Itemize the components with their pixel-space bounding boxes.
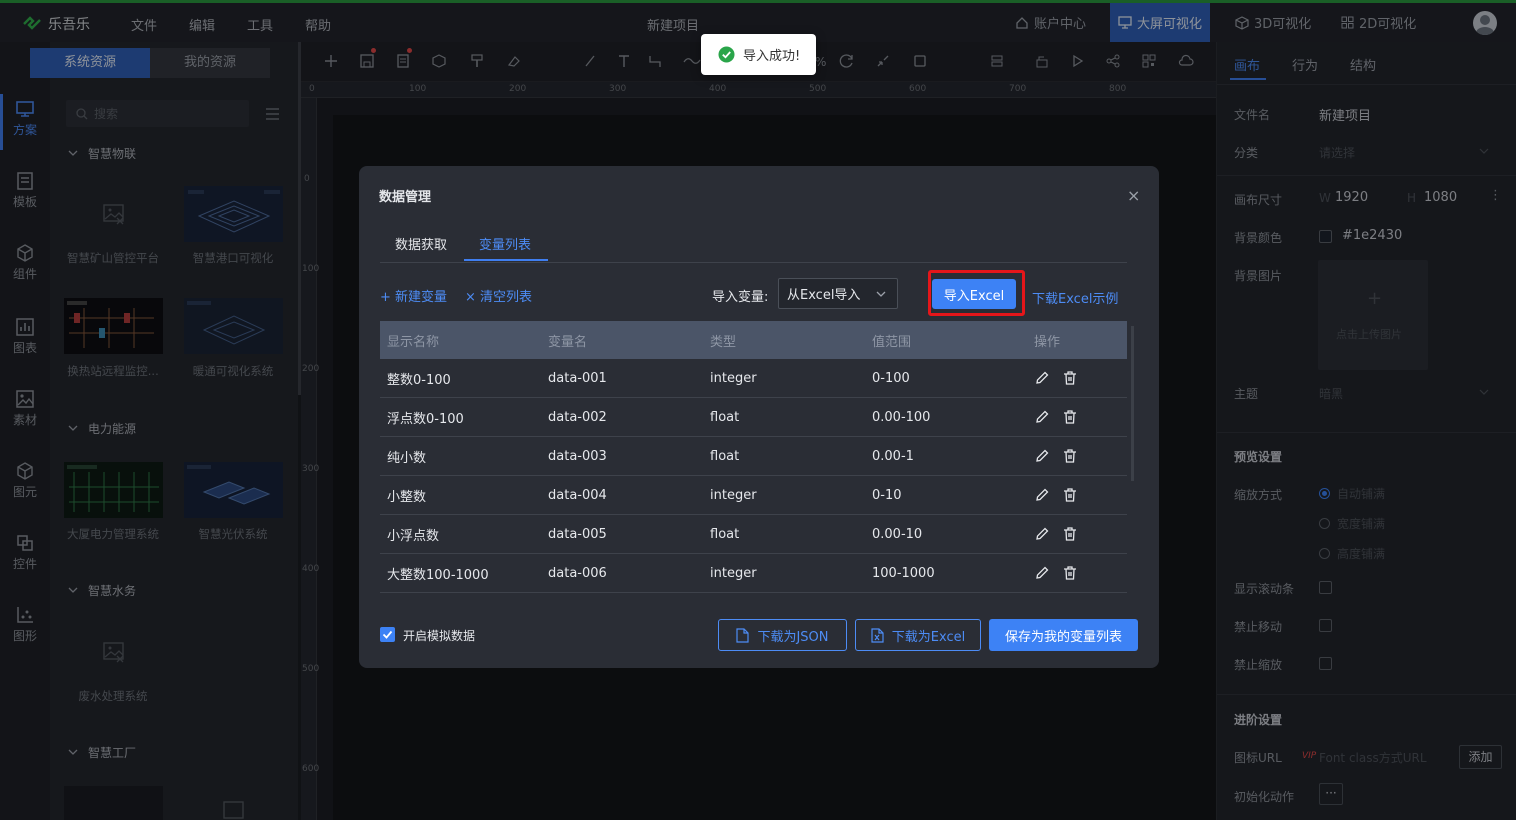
delete-icon[interactable] bbox=[1062, 409, 1078, 425]
cell-display-name: 浮点数0-100 bbox=[387, 411, 464, 427]
cell-type: float bbox=[710, 526, 740, 542]
cell-variable: data-006 bbox=[548, 565, 607, 581]
delete-icon[interactable] bbox=[1062, 526, 1078, 542]
active-tab-indicator bbox=[464, 259, 548, 261]
table-row[interactable]: 浮点数0-100 data-002 float 0.00-100 bbox=[380, 398, 1127, 437]
import-source-select[interactable]: 从Excel导入 bbox=[778, 278, 898, 309]
cell-range: 0.00-1 bbox=[872, 448, 914, 464]
cell-display-name: 整数0-100 bbox=[387, 372, 451, 388]
cell-variable: data-001 bbox=[548, 370, 607, 386]
tab-data-fetch[interactable]: 数据获取 bbox=[395, 234, 447, 253]
download-json-button[interactable]: 下载为JSON bbox=[718, 619, 847, 651]
cell-type: integer bbox=[710, 565, 757, 581]
check-circle-icon bbox=[718, 46, 735, 63]
col-header: 显示名称 bbox=[387, 334, 440, 350]
col-header: 变量名 bbox=[548, 334, 588, 350]
mock-data-checkbox[interactable] bbox=[380, 627, 395, 642]
col-header: 值范围 bbox=[872, 334, 912, 350]
edit-icon[interactable] bbox=[1034, 487, 1050, 503]
table-row[interactable]: 小浮点数 data-005 float 0.00-10 bbox=[380, 515, 1127, 554]
cell-range: 0-100 bbox=[872, 370, 910, 386]
cell-variable: data-005 bbox=[548, 526, 607, 542]
cell-type: integer bbox=[710, 370, 757, 386]
close-icon[interactable]: × bbox=[1127, 186, 1140, 205]
import-variable-label: 导入变量: bbox=[712, 290, 769, 305]
excel-file-icon bbox=[871, 627, 884, 643]
dialog-title: 数据管理 bbox=[379, 190, 432, 205]
cell-variable: data-002 bbox=[548, 409, 607, 425]
edit-icon[interactable] bbox=[1034, 526, 1050, 542]
download-excel-sample-link[interactable]: 下载Excel示例 bbox=[1032, 288, 1118, 307]
delete-icon[interactable] bbox=[1062, 370, 1078, 386]
tab-divider bbox=[380, 262, 1127, 263]
delete-icon[interactable] bbox=[1062, 565, 1078, 581]
download-excel-button[interactable]: 下载为Excel bbox=[855, 619, 981, 651]
cell-display-name: 纯小数 bbox=[387, 450, 427, 466]
mock-data-label: 开启模拟数据 bbox=[403, 629, 476, 643]
cell-variable: data-004 bbox=[548, 487, 607, 503]
cell-type: float bbox=[710, 448, 740, 464]
table-row[interactable]: 纯小数 data-003 float 0.00-1 bbox=[380, 437, 1127, 476]
tab-variable-list[interactable]: 变量列表 bbox=[479, 234, 531, 253]
clear-list-link[interactable]: × 清空列表 bbox=[465, 286, 532, 305]
delete-icon[interactable] bbox=[1062, 487, 1078, 503]
cell-range: 0.00-10 bbox=[872, 526, 923, 542]
cell-variable: data-003 bbox=[548, 448, 607, 464]
edit-icon[interactable] bbox=[1034, 565, 1050, 581]
table-scrollbar[interactable] bbox=[1131, 326, 1134, 481]
cell-range: 100-1000 bbox=[872, 565, 935, 581]
table-row[interactable]: 整数0-100 data-001 integer 0-100 bbox=[380, 359, 1127, 398]
cell-range: 0.00-100 bbox=[872, 409, 931, 425]
data-management-dialog: 数据管理 × 数据获取 变量列表 + 新建变量 × 清空列表 导入变量: 从Ex… bbox=[359, 166, 1159, 668]
cell-type: integer bbox=[710, 487, 757, 503]
download-json-label: 下载为JSON bbox=[757, 629, 829, 645]
toast-message: 导入成功! bbox=[743, 49, 801, 64]
cell-type: float bbox=[710, 409, 740, 425]
cell-display-name: 大整数100-1000 bbox=[387, 567, 489, 583]
save-variable-list-button[interactable]: 保存为我的变量列表 bbox=[989, 619, 1138, 651]
variable-table: 显示名称 变量名 类型 值范围 操作 整数0-100 data-001 inte… bbox=[380, 321, 1127, 593]
table-row[interactable]: 小整数 data-004 integer 0-10 bbox=[380, 476, 1127, 515]
col-header: 类型 bbox=[710, 334, 737, 350]
edit-icon[interactable] bbox=[1034, 370, 1050, 386]
edit-icon[interactable] bbox=[1034, 409, 1050, 425]
cell-display-name: 小浮点数 bbox=[387, 528, 440, 544]
table-header: 显示名称 变量名 类型 值范围 操作 bbox=[380, 321, 1127, 359]
import-excel-button[interactable]: 导入Excel bbox=[932, 279, 1016, 309]
download-excel-label: 下载为Excel bbox=[891, 629, 966, 645]
col-header: 操作 bbox=[1034, 334, 1061, 350]
table-row[interactable]: 大整数100-1000 data-006 integer 100-1000 bbox=[380, 554, 1127, 593]
edit-icon[interactable] bbox=[1034, 448, 1050, 464]
import-source-value: 从Excel导入 bbox=[787, 288, 861, 303]
file-icon bbox=[736, 627, 750, 643]
new-variable-link[interactable]: + 新建变量 bbox=[380, 286, 447, 305]
cell-range: 0-10 bbox=[872, 487, 902, 503]
cell-display-name: 小整数 bbox=[387, 489, 427, 505]
delete-icon[interactable] bbox=[1062, 448, 1078, 464]
chevron-down-icon bbox=[876, 291, 886, 297]
success-toast: 导入成功! bbox=[701, 34, 816, 75]
